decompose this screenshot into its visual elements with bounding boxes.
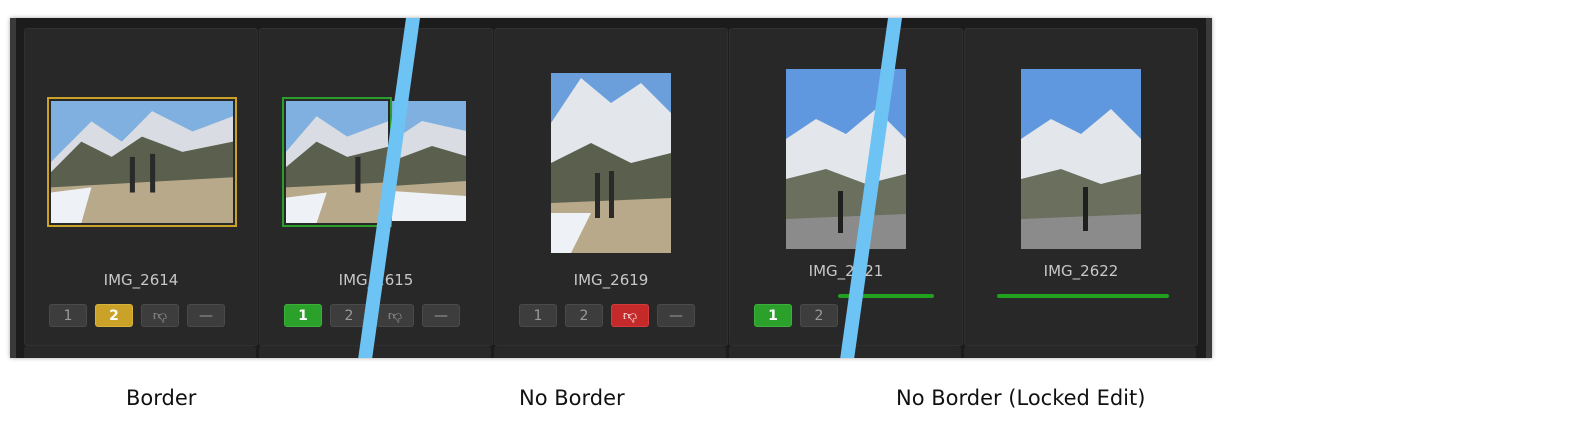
- rating-2-button[interactable]: 2: [800, 304, 838, 327]
- rating-buttons: 1 2: [754, 304, 838, 327]
- photo-thumbnail[interactable]: [551, 73, 671, 253]
- rating-buttons: 1 2 👎︎ —: [519, 304, 695, 327]
- caption-no-border: No Border: [519, 386, 625, 410]
- thumbs-down-icon: 👎︎: [152, 308, 168, 324]
- caption-no-border-locked: No Border (Locked Edit): [896, 386, 1146, 410]
- card-bottom-stub: [494, 346, 726, 358]
- clear-rating-button[interactable]: —: [657, 304, 695, 327]
- reject-button[interactable]: 👎︎: [376, 304, 414, 327]
- landscape-photo: [551, 73, 671, 253]
- caption-border: Border: [126, 386, 197, 410]
- photo-card[interactable]: IMG_2621 1 2: [729, 28, 963, 346]
- photo-thumbnail[interactable]: [1021, 69, 1141, 249]
- reject-button[interactable]: 👎︎: [611, 304, 649, 327]
- thumbs-down-icon: 👎︎: [387, 308, 403, 324]
- thumbs-down-icon: 👎︎: [622, 308, 638, 324]
- filmstrip: IMG_2614 1 2 👎︎ — 1 2 👎︎ — IMG_2619 1 2 …: [10, 18, 1212, 358]
- photo-filename: IMG_2621: [808, 262, 884, 280]
- locked-edit-progress-bar: [997, 294, 1169, 298]
- rating-1-button[interactable]: 1: [49, 304, 87, 327]
- landscape-photo: [51, 101, 233, 223]
- filmstrip-left-edge: [10, 18, 16, 358]
- reject-button[interactable]: 👎︎: [141, 304, 179, 327]
- card-bottom-stub: [259, 346, 491, 358]
- clear-rating-button[interactable]: —: [187, 304, 225, 327]
- photo-card[interactable]: IMG_2614 1 2 👎︎ —: [24, 28, 258, 346]
- photo-card[interactable]: IMG_2619 1 2 👎︎ —: [494, 28, 728, 346]
- rating-buttons: 1 2 👎︎ —: [49, 304, 225, 327]
- photo-filename: IMG_2614: [103, 271, 179, 289]
- rating-2-button[interactable]: 2: [565, 304, 603, 327]
- photo-thumbnail[interactable]: [47, 97, 237, 227]
- rating-2-button[interactable]: 2: [95, 304, 133, 327]
- clear-rating-button[interactable]: —: [422, 304, 460, 327]
- rating-1-button[interactable]: 1: [754, 304, 792, 327]
- rating-1-button[interactable]: 1: [284, 304, 322, 327]
- portrait-photo: [1021, 69, 1141, 249]
- photo-filename: IMG_2622: [1043, 262, 1119, 280]
- filmstrip-right-edge: [1206, 18, 1212, 358]
- card-bottom-stub: [24, 346, 256, 358]
- photo-thumbnail-left[interactable]: [282, 97, 392, 227]
- rating-1-button[interactable]: 1: [519, 304, 557, 327]
- landscape-photo: [286, 101, 388, 223]
- photo-filename: IMG_2619: [573, 271, 649, 289]
- card-bottom-stub: [964, 346, 1196, 358]
- photo-card[interactable]: IMG_2622: [964, 28, 1198, 346]
